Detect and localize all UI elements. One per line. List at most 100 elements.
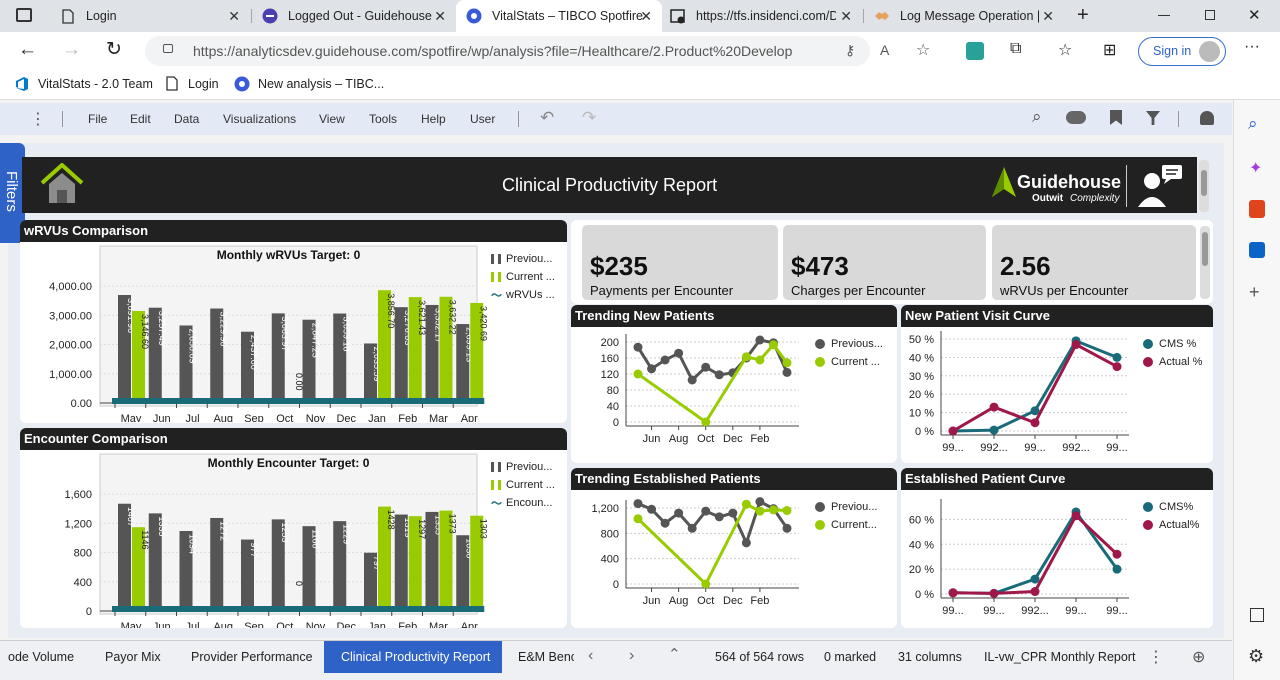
kpi-scrollbar[interactable] [1200,226,1210,299]
redo-icon[interactable]: ↷ [582,108,596,128]
extensions-icon[interactable]: ⧉ [1010,40,1021,58]
back-icon[interactable]: ← [18,39,37,61]
office-icon[interactable] [1249,200,1265,218]
tab-title: https://tfs.insidenci.com/D [696,9,836,23]
close-icon[interactable]: ✕ [1042,8,1054,25]
new-visit-curve-chart[interactable]: 50 % 40 % 30 % 20 % 10 % 0 % 99... 992... 99... 9… [901,327,1137,461]
extension-app-icon[interactable] [966,42,984,60]
new-patients-chart[interactable]: 200 160 120 80 40 0 Jun Aug Oct Dec Feb [571,327,807,461]
search-icon[interactable]: ⌕ [1032,107,1042,127]
more-icon[interactable]: ⋮ [1148,647,1164,667]
page-tab-code-volume[interactable]: ode Volume [0,641,86,673]
refresh-icon[interactable]: ↻ [106,38,122,61]
legend-previous[interactable]: Previou... [491,458,555,476]
kpi-label: Payments per Encounter [590,283,734,298]
url-text[interactable]: https://analyticsdev.guidehouse.com/spot… [193,43,793,59]
prev-page-icon[interactable]: ‹ [588,647,593,665]
add-favorite-icon[interactable]: ☆ [916,40,930,60]
legend-current[interactable]: Current ... [491,268,555,286]
header-scrollbar[interactable] [1199,160,1209,212]
x-tick-label: Nov [306,413,326,422]
bookmark-icon[interactable] [1110,110,1122,125]
tab-tfs[interactable]: https://tfs.insidenci.com/D ✕ [662,0,862,32]
legend-previous[interactable]: Previous... [815,335,883,353]
bookmark-vitalstats[interactable]: VitalStats - 2.0 Team [14,76,153,92]
data-table-name[interactable]: IL-vw_CPR Monthly Report [984,650,1135,664]
legend-previous[interactable]: Previou... [491,250,555,268]
menu-data[interactable]: Data [174,112,199,126]
read-aloud-icon[interactable]: A [880,42,889,58]
collections-icon[interactable]: ⊞ [1103,40,1116,60]
close-icon[interactable]: ✕ [840,8,852,25]
established-curve-chart[interactable]: 60 % 40 % 20 % 0 % 99... 99... 992... 99... 99..… [901,490,1137,626]
data-point [768,505,778,515]
add-icon[interactable]: + [1249,282,1260,303]
legend-line[interactable]: 〜 wRVUs ... [491,286,555,304]
menu-user[interactable]: User [470,112,495,126]
favorites-icon[interactable]: ☆ [1058,40,1072,60]
legend-current[interactable]: Current ... [491,476,555,494]
undo-icon[interactable]: ↶ [540,108,554,128]
tab-log-message[interactable]: Log Message Operation | ✕ [864,0,1064,32]
tab-vitalstats[interactable]: VitalStats – TIBCO Spotfire ✕ [456,0,662,32]
menu-view[interactable]: View [319,112,345,126]
user-message-icon[interactable] [1136,163,1186,208]
close-icon[interactable]: ✕ [640,8,652,25]
search-icon[interactable]: ⌕ [1248,114,1258,134]
established-patients-chart[interactable]: 1,200 800 400 0 Jun Aug Oct Dec Feb [571,490,807,626]
copilot-icon[interactable]: ✦ [1249,158,1262,178]
bookmark-new-analysis[interactable]: New analysis – TIBC... [234,76,384,92]
tab-login[interactable]: Login ✕ [50,0,250,32]
next-page-icon[interactable]: › [629,647,634,665]
more-icon[interactable]: ··· [1244,38,1260,56]
settings-icon[interactable]: ⚙ [1248,646,1264,667]
comments-icon[interactable] [1066,111,1086,124]
legend-previous[interactable]: Previou... [815,498,877,516]
minimize-icon[interactable] [1158,15,1170,16]
x-tick-label: 99... [1065,605,1086,617]
page-tab-em-benchmark[interactable]: E&M Benc [506,641,574,673]
legend-actual[interactable]: Actual% [1143,516,1199,534]
key-icon[interactable]: ⚷ [845,42,855,59]
menu-tools[interactable]: Tools [369,112,397,126]
home-icon[interactable] [38,163,86,205]
page-tab-provider-performance[interactable]: Provider Performance [176,641,322,673]
kebab-icon[interactable]: ⋮ [30,109,46,129]
wrvu-chart[interactable]: Monthly wRVUs Target: 0 4,000.00 3,000.00 2… [20,242,490,422]
legend-line[interactable]: 〜 Encoun... [491,494,555,512]
close-icon[interactable]: ✕ [434,8,446,25]
bookmarks-bar: VitalStats - 2.0 Team Login New analysis… [0,70,1280,100]
menu-edit[interactable]: Edit [130,112,151,126]
tab-logged-out[interactable]: Logged Out - Guidehouse ✕ [252,0,456,32]
forward-icon[interactable]: → [62,39,81,61]
x-tick-label: Aug [669,433,689,445]
legend-current[interactable]: Current ... [815,353,883,371]
legend-actual[interactable]: Actual % [1143,353,1202,371]
encounter-chart[interactable]: Monthly Encounter Target: 0 1,600 1,200 800… [20,450,490,628]
notifications-icon[interactable] [1200,111,1214,125]
legend-current[interactable]: Current... [815,516,877,534]
expand-icon[interactable]: ⌃ [668,645,681,663]
restore-icon[interactable] [1205,10,1215,20]
tab-actions-icon[interactable] [16,8,32,22]
close-window-icon[interactable]: ✕ [1248,6,1261,24]
close-icon[interactable]: ✕ [228,8,240,25]
column-count[interactable]: 31 columns [898,650,962,664]
outlook-icon[interactable] [1249,242,1265,258]
page-tab-payor-mix[interactable]: Payor Mix [88,641,174,673]
x-tick-label: Jun [643,595,661,607]
sidebar-toggle-icon[interactable] [1250,608,1264,622]
bookmark-login[interactable]: Login [166,76,219,91]
menu-file[interactable]: File [88,112,107,126]
page-tab-clinical-productivity[interactable]: Clinical Productivity Report [324,641,502,673]
filter-icon[interactable] [1146,111,1160,125]
menu-visualizations[interactable]: Visualizations [223,112,296,126]
new-tab-icon[interactable]: + [1077,4,1089,27]
globe-icon[interactable]: ⊕ [1192,647,1205,667]
menu-help[interactable]: Help [421,112,446,126]
legend-cms[interactable]: CMS% [1143,498,1199,516]
page-icon [60,8,76,24]
legend-cms[interactable]: CMS % [1143,335,1202,353]
sign-in-button[interactable]: Sign in [1138,37,1226,66]
address-bar[interactable]: https://analyticsdev.guidehouse.com/spot… [145,36,870,66]
